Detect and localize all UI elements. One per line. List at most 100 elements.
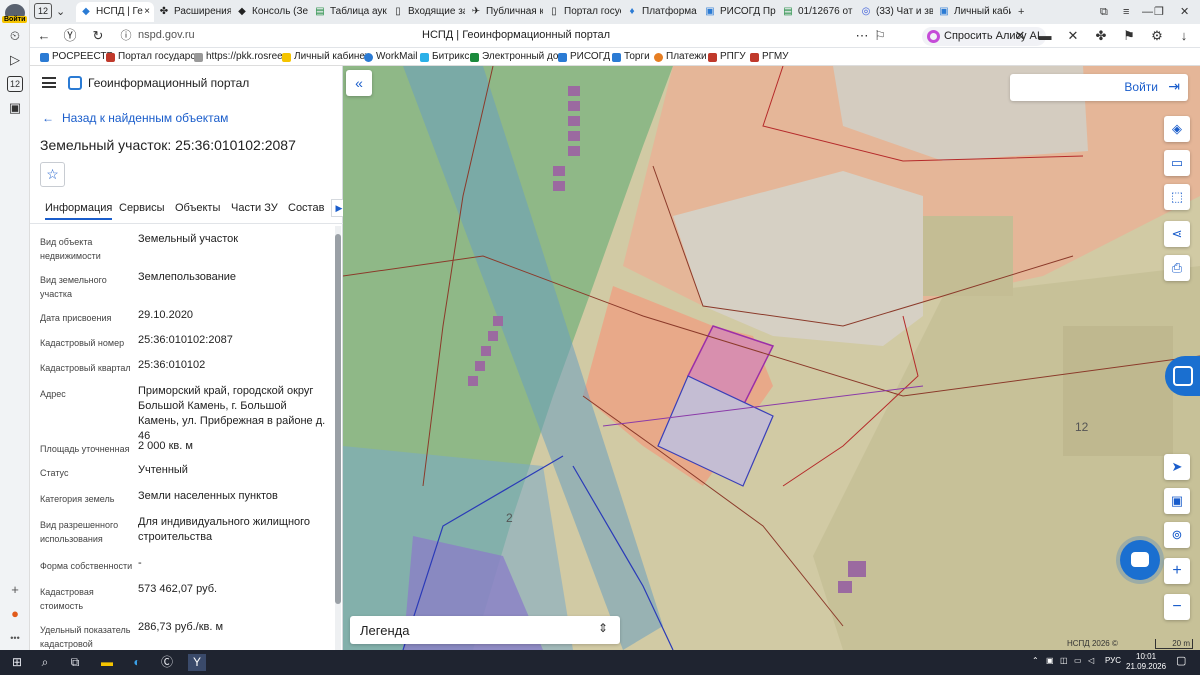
back-icon[interactable]: ← bbox=[36, 28, 52, 44]
browser-icon[interactable]: Ⓒ bbox=[158, 654, 176, 671]
scrollbar-thumb[interactable] bbox=[335, 234, 341, 604]
restore-icon[interactable]: ❐ bbox=[1154, 0, 1164, 24]
volume-icon[interactable]: ◁ bbox=[1088, 656, 1094, 665]
search-icon[interactable]: ⌕ bbox=[36, 654, 54, 671]
tab-risogd[interactable]: ▣ РИСОГД Пр bbox=[700, 2, 777, 22]
download-icon[interactable]: ↓ bbox=[1176, 28, 1192, 44]
panel-scrollbar[interactable] bbox=[335, 226, 341, 650]
explorer-icon[interactable]: ▬ bbox=[98, 654, 116, 671]
bookmark-icon[interactable]: ⚐ bbox=[872, 28, 888, 44]
tabs-dropdown-icon[interactable]: ⌄ bbox=[56, 0, 65, 24]
chat-button[interactable] bbox=[1120, 540, 1160, 580]
language-indicator[interactable]: РУС bbox=[1105, 656, 1121, 665]
tab-counter[interactable]: 12 bbox=[34, 3, 52, 19]
tab-cabinet[interactable]: ▣ Личный каби bbox=[934, 2, 1011, 22]
bookmark-item[interactable]: РИСОГД bbox=[558, 50, 610, 64]
new-tab-icon[interactable]: + bbox=[1018, 0, 1024, 24]
bookmark-item[interactable]: Битрикс bbox=[420, 50, 469, 64]
tab-table[interactable]: ▤ Таблица аукц bbox=[310, 2, 387, 22]
share-icon[interactable]: ⋖ bbox=[1164, 221, 1190, 247]
tab-services[interactable]: Сервисы bbox=[119, 202, 165, 214]
bookmark-item[interactable]: РГМУ bbox=[750, 50, 789, 64]
minimize-icon[interactable]: — bbox=[1142, 0, 1153, 24]
tab-public-map[interactable]: ✈ Публичная к bbox=[466, 2, 543, 22]
warehouse bbox=[1063, 326, 1173, 456]
tab-label: Расширения bbox=[174, 6, 231, 17]
puzzle-icon[interactable]: ✤ bbox=[1093, 28, 1109, 44]
tab-info[interactable]: Информация bbox=[45, 202, 113, 220]
tab-extensions[interactable]: ✤ Расширения bbox=[154, 2, 231, 22]
layers-icon[interactable]: ◈ bbox=[1164, 116, 1190, 142]
tab-platform[interactable]: ♦ Платформа с bbox=[622, 2, 699, 22]
profile-avatar[interactable]: Войти bbox=[2, 4, 28, 23]
tray-expand-icon[interactable]: ⌃ bbox=[1032, 656, 1039, 665]
task-view-icon[interactable]: ⧉ bbox=[66, 654, 84, 671]
tab-gosuslugi[interactable]: ▯ Портал госус bbox=[544, 2, 621, 22]
bookmark-item[interactable]: Платежи bbox=[654, 50, 707, 64]
collapse-panel-icon[interactable]: « bbox=[346, 70, 372, 96]
property-key: Вид объекта недвижимости bbox=[40, 237, 101, 261]
hat-icon[interactable]: ▬ bbox=[1037, 28, 1053, 44]
tab-composition[interactable]: Состав bbox=[288, 202, 324, 214]
bookmark-item[interactable]: Портал государс bbox=[106, 50, 195, 64]
site-info-icon[interactable]: ⓘ bbox=[118, 28, 134, 44]
screenshot-icon[interactable]: ▣ bbox=[7, 100, 23, 116]
close-tab-icon[interactable]: × bbox=[144, 2, 150, 22]
bookmark-item[interactable]: Личный кабинет bbox=[282, 50, 369, 64]
battery-icon[interactable]: ▭ bbox=[1074, 656, 1082, 665]
yandex-browser-icon[interactable]: Y bbox=[188, 654, 206, 671]
bookmark-item[interactable]: Электронный до bbox=[470, 50, 558, 64]
extension-icon[interactable]: ⚑ bbox=[1121, 28, 1137, 44]
tab-document[interactable]: ▤ 01/12676 от bbox=[778, 2, 855, 22]
yandex-icon[interactable]: Ⓨ bbox=[62, 28, 78, 44]
history-icon[interactable]: ⏲ bbox=[7, 28, 23, 44]
tab-parts[interactable]: Части ЗУ bbox=[231, 202, 278, 214]
translate-icon[interactable]: ⚙ bbox=[1149, 28, 1165, 44]
tab-nspd[interactable]: ◆ НСПД | Ге × bbox=[76, 2, 154, 22]
notifications-icon[interactable]: ▢ bbox=[1176, 654, 1186, 667]
tray-icon[interactable]: ▣ bbox=[1046, 656, 1054, 665]
tabs-count-icon[interactable]: 12 bbox=[7, 76, 23, 92]
ruler-icon[interactable]: ▭ bbox=[1164, 150, 1190, 176]
bookmark-item[interactable]: РОСРЕЕСТР bbox=[40, 50, 113, 64]
print-icon[interactable]: ⎙ bbox=[1164, 255, 1190, 281]
extension-icon[interactable]: ✕ bbox=[1012, 28, 1028, 44]
side-panel-toggle[interactable] bbox=[1165, 356, 1200, 396]
bookmark-item[interactable]: https://pkk.rosree bbox=[194, 50, 283, 64]
locate-icon[interactable]: ➤ bbox=[1164, 454, 1190, 480]
more-options-icon[interactable]: ⋯ bbox=[854, 28, 870, 44]
minimap-icon[interactable]: ▣ bbox=[1164, 488, 1190, 514]
favorite-star-icon[interactable]: ☆ bbox=[40, 162, 65, 187]
bookmark-item[interactable]: РПГУ bbox=[708, 50, 746, 64]
close-window-icon[interactable]: ✕ bbox=[1180, 0, 1189, 24]
geo-search-icon[interactable]: ⊚ bbox=[1164, 522, 1190, 548]
map-canvas[interactable] bbox=[343, 66, 1200, 650]
bookmark-page-icon[interactable]: ⧉ bbox=[1100, 0, 1108, 24]
tab-chat[interactable]: ◎ (33) Чат и зв bbox=[856, 2, 933, 22]
zoom-out-icon[interactable]: − bbox=[1164, 594, 1190, 620]
back-link[interactable]: ← Назад к найденным объектам bbox=[42, 111, 228, 125]
url-field[interactable]: nspd.gov.ru bbox=[138, 29, 195, 41]
mail-app-icon[interactable]: ● bbox=[7, 606, 23, 622]
play-icon[interactable]: ▷ bbox=[7, 52, 23, 68]
tab-inbox[interactable]: ▯ Входящие за bbox=[388, 2, 465, 22]
bookmark-item[interactable]: WorkMail bbox=[364, 50, 417, 64]
more-icon[interactable]: ••• bbox=[7, 630, 23, 646]
tab-objects[interactable]: Объекты bbox=[175, 202, 220, 214]
extension-icon[interactable]: ✕ bbox=[1065, 28, 1081, 44]
login-button[interactable]: Войти ⇥ bbox=[1010, 74, 1188, 101]
legend-dropdown[interactable]: Легенда ⇕ bbox=[350, 616, 620, 644]
menu-icon[interactable]: ≡ bbox=[1123, 0, 1129, 24]
reload-icon[interactable]: ↻ bbox=[90, 28, 106, 44]
edge-icon[interactable]: ◐ bbox=[128, 654, 146, 671]
zoom-in-icon[interactable]: + bbox=[1164, 558, 1190, 584]
bookmark-item[interactable]: Торги bbox=[612, 50, 650, 64]
add-panel-icon[interactable]: + bbox=[7, 582, 23, 598]
tab-console[interactable]: ◆ Консоль (Зе bbox=[232, 2, 309, 22]
menu-icon[interactable] bbox=[42, 77, 56, 88]
select-area-icon[interactable]: ⬚ bbox=[1164, 184, 1190, 210]
tray-icon[interactable]: ◫ bbox=[1060, 656, 1068, 665]
map-view[interactable]: « Войти ⇥ ◈ ▭ ⬚ ⋖ ⎙ ➤ ▣ ⊚ + − 12 2 Легенд… bbox=[343, 66, 1200, 650]
clock[interactable]: 10:01 21.09.2026 bbox=[1126, 652, 1166, 672]
windows-start-icon[interactable]: ⊞ bbox=[8, 654, 26, 671]
